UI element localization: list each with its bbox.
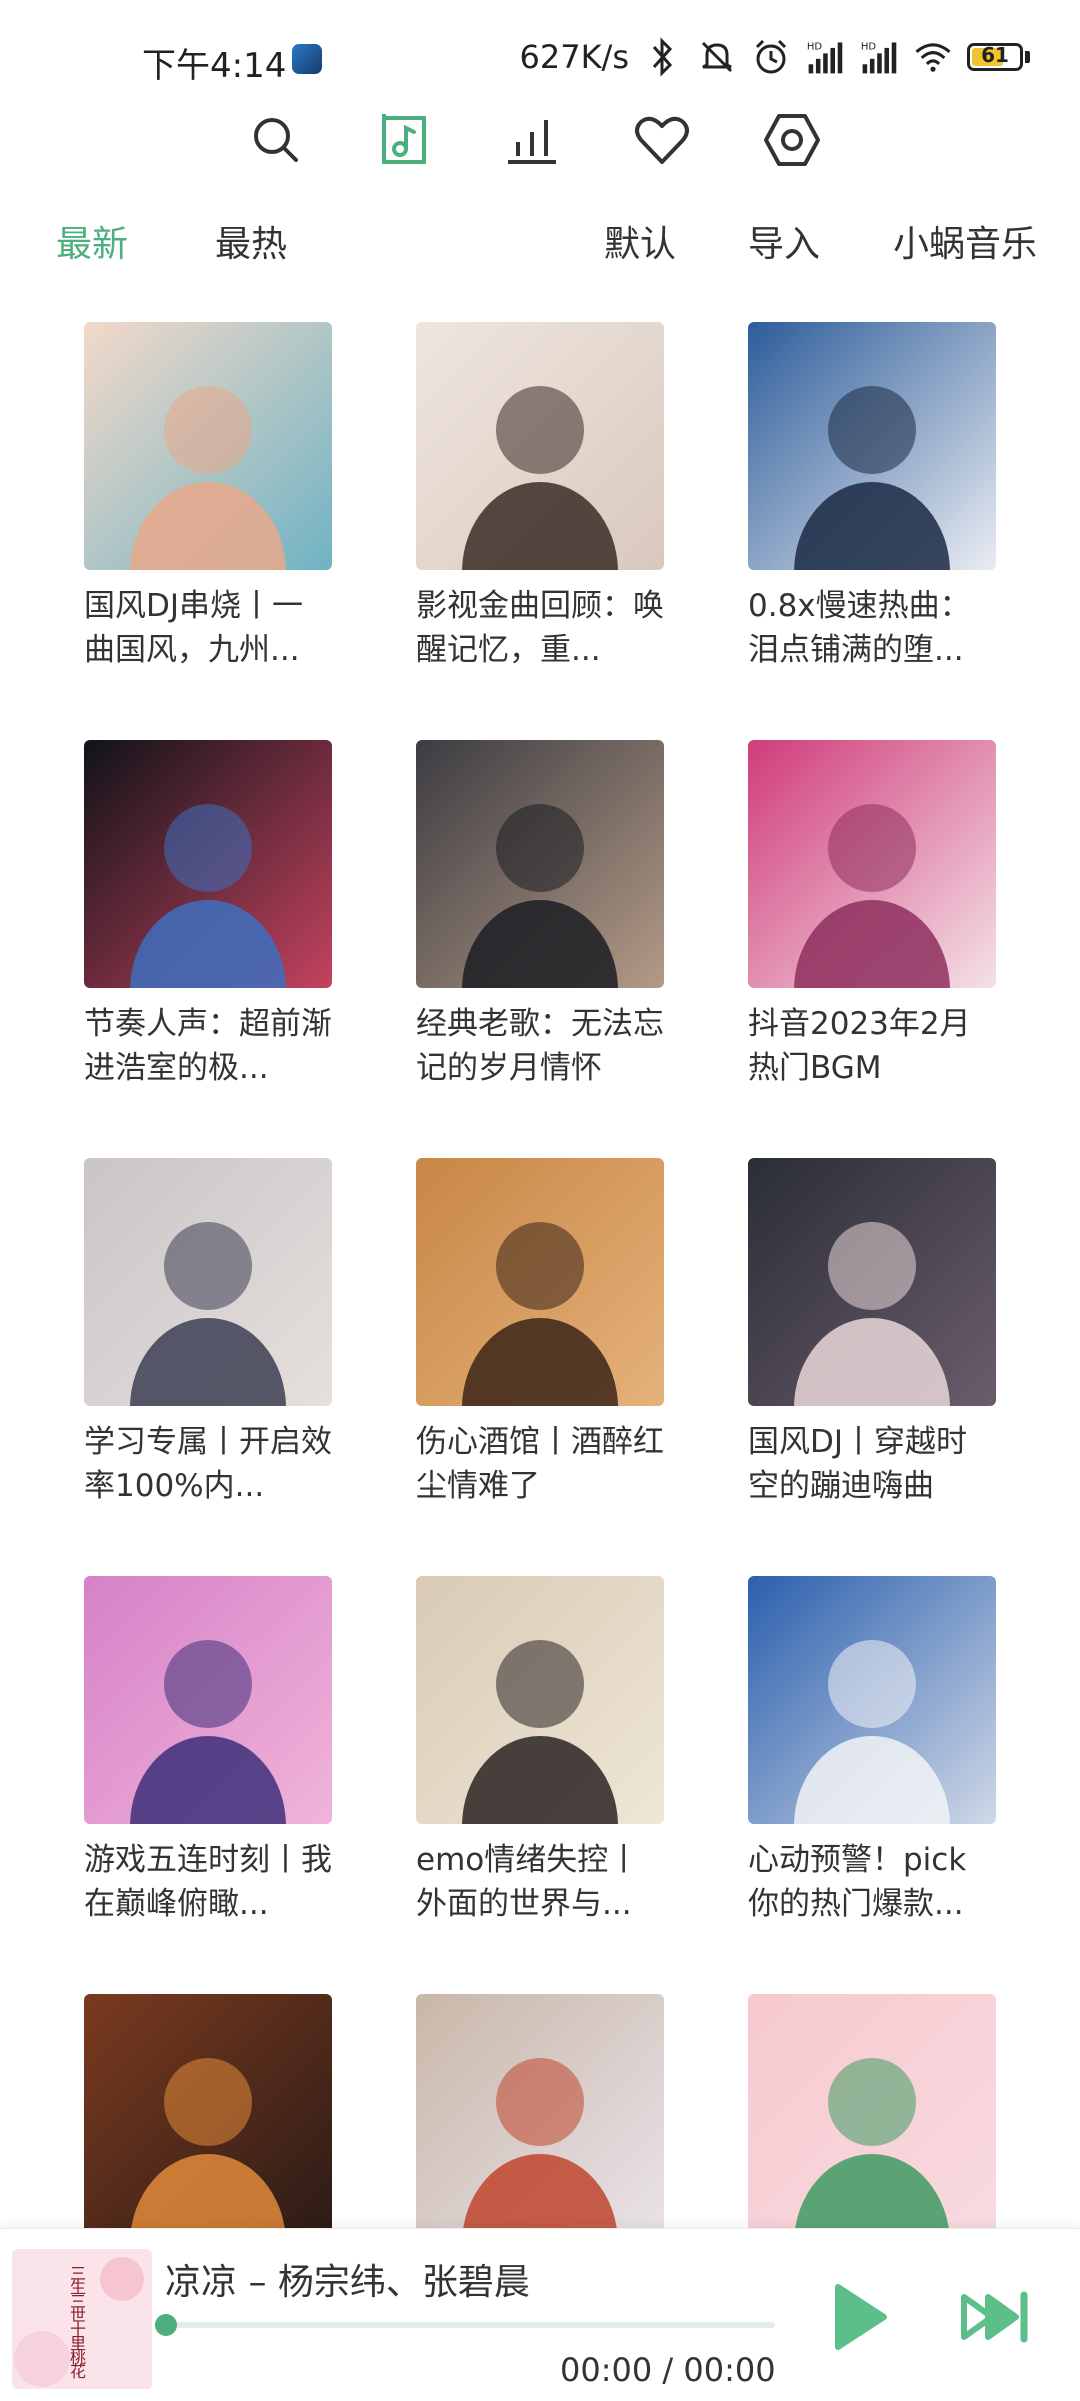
battery-icon: 61: [967, 43, 1030, 71]
player-bar[interactable]: 三生三世十里桃花 凉凉 – 杨宗纬、张碧晨 00:00 / 00:00: [0, 2228, 1080, 2401]
playlist-card[interactable]: 影视金曲回顾：唤醒记忆，重...: [416, 322, 664, 672]
playlist-card[interactable]: 抖音2023年2月热门BGM: [748, 740, 996, 1090]
playlist-cover[interactable]: [84, 1576, 332, 1824]
playlist-title: 抖音2023年2月热门BGM: [748, 1006, 971, 1086]
now-playing-title: 凉凉 – 杨宗纬、张碧晨: [165, 2262, 530, 2303]
playlist-title: 游戏五连时刻丨我在巅峰俯瞰...: [84, 1842, 332, 1922]
signal-hd-icon: HD: [859, 37, 899, 77]
playlist-title: 学习专属丨开启效率100%内...: [84, 1424, 332, 1504]
heart-icon[interactable]: [622, 100, 702, 180]
tab-default[interactable]: 默认: [604, 215, 676, 267]
status-right: 627K/s HD HD 61: [519, 34, 1030, 80]
playlist-cover[interactable]: [416, 1576, 664, 1824]
tab-hottest[interactable]: 最热: [215, 215, 287, 267]
playlist-card[interactable]: 节奏人声：超前渐进浩室的极...: [84, 740, 332, 1090]
playlist-cover[interactable]: [416, 1158, 664, 1406]
app-notification-icon: [292, 44, 322, 74]
playlist-cover[interactable]: [84, 740, 332, 988]
playlist-title: 节奏人声：超前渐进浩室的极...: [84, 1006, 332, 1086]
playlist-card[interactable]: [416, 1994, 664, 2256]
playlist-card[interactable]: [748, 1994, 996, 2256]
playlist-cover[interactable]: [748, 1576, 996, 1824]
chart-icon[interactable]: [492, 100, 572, 180]
playlist-cover[interactable]: [416, 322, 664, 570]
playback-time: 00:00 / 00:00: [560, 2351, 776, 2389]
next-button[interactable]: [958, 2285, 1034, 2349]
playlist-title: 心动预警！pick你的热门爆款...: [748, 1842, 967, 1922]
music-file-icon[interactable]: [364, 100, 444, 180]
playlist-card[interactable]: 游戏五连时刻丨我在巅峰俯瞰...: [84, 1576, 332, 1926]
playlist-card[interactable]: 伤心酒馆丨酒醉红尘情难了: [416, 1158, 664, 1508]
playlist-cover[interactable]: [748, 740, 996, 988]
playlist-card[interactable]: 国风DJ丨穿越时空的蹦迪嗨曲: [748, 1158, 996, 1508]
playlist-title: 0.8x慢速热曲：泪点铺满的堕...: [748, 588, 971, 668]
tab-latest[interactable]: 最新: [56, 215, 128, 267]
playlist-card[interactable]: 学习专属丨开启效率100%内...: [84, 1158, 332, 1508]
wifi-icon: [913, 37, 953, 77]
alarm-icon: [751, 37, 791, 77]
network-speed: 627K/s: [519, 38, 629, 76]
playlist-card[interactable]: emo情绪失控丨外面的世界与...: [416, 1576, 664, 1926]
playlist-cover[interactable]: [84, 322, 332, 570]
bluetooth-icon: [643, 37, 683, 77]
progress-knob[interactable]: [155, 2314, 177, 2336]
playlist-cover[interactable]: [416, 1994, 664, 2242]
mute-icon: [697, 37, 737, 77]
playlist-title: 伤心酒馆丨酒醉红尘情难了: [416, 1424, 664, 1504]
search-icon[interactable]: [236, 100, 316, 180]
svg-text:HD: HD: [861, 42, 877, 53]
playlist-cover[interactable]: [748, 1158, 996, 1406]
art-text: 三生三世十里桃花: [70, 2264, 87, 2381]
playlist-cover[interactable]: [748, 322, 996, 570]
playlist-card[interactable]: 国风DJ串烧丨一曲国风，九州...: [84, 322, 332, 672]
playlist-title: 国风DJ丨穿越时空的蹦迪嗨曲: [748, 1424, 968, 1504]
playlist-title: 经典老歌：无法忘记的岁月情怀: [416, 1006, 664, 1086]
playlist-cover[interactable]: [84, 1994, 332, 2242]
playlist-card[interactable]: 心动预警！pick你的热门爆款...: [748, 1576, 996, 1926]
playlist-card[interactable]: 0.8x慢速热曲：泪点铺满的堕...: [748, 322, 996, 672]
tab-source[interactable]: 小蜗音乐: [893, 215, 1037, 267]
settings-hex-icon[interactable]: [752, 100, 832, 180]
playlist-card[interactable]: 经典老歌：无法忘记的岁月情怀: [416, 740, 664, 1090]
playlist-cover[interactable]: [748, 1994, 996, 2242]
top-nav: [0, 100, 1080, 180]
status-time: 下午4:14: [142, 46, 287, 86]
now-playing-art[interactable]: 三生三世十里桃花: [12, 2249, 152, 2389]
tab-import[interactable]: 导入: [748, 215, 820, 267]
playlist-card[interactable]: [84, 1994, 332, 2256]
progress-track[interactable]: [165, 2322, 775, 2328]
play-button[interactable]: [818, 2277, 898, 2357]
svg-text:HD: HD: [807, 42, 823, 53]
playlist-cover[interactable]: [416, 740, 664, 988]
playlist-title: emo情绪失控丨外面的世界与...: [416, 1842, 640, 1922]
signal-hd-icon: HD: [805, 37, 845, 77]
playlist-title: 国风DJ串烧丨一曲国风，九州...: [84, 588, 304, 668]
playlist-cover[interactable]: [84, 1158, 332, 1406]
playlist-title: 影视金曲回顾：唤醒记忆，重...: [416, 588, 664, 668]
